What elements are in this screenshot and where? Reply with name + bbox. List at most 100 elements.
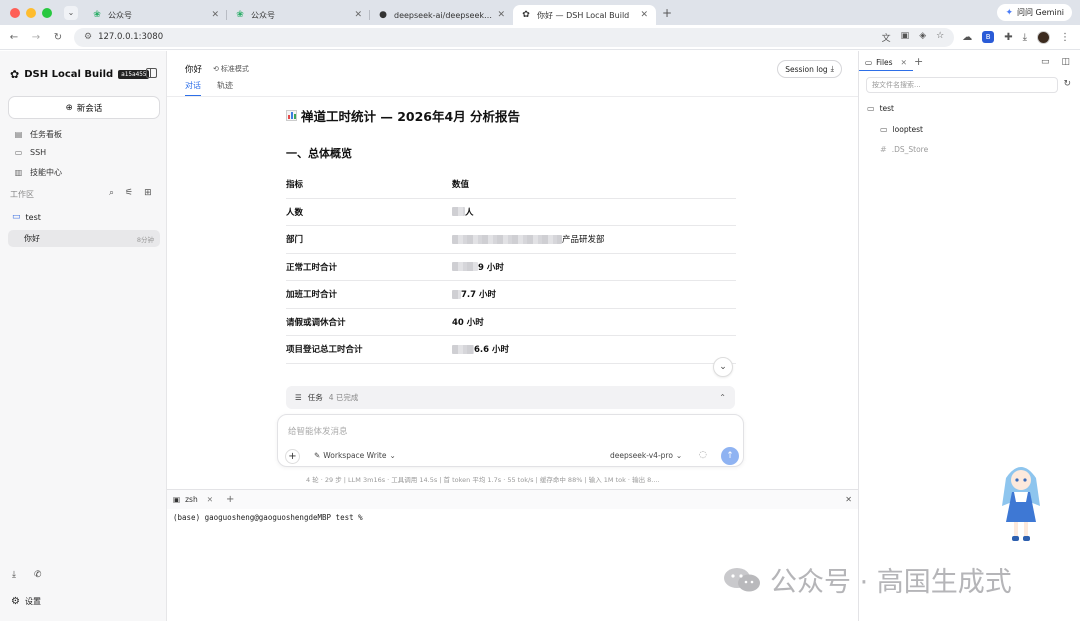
edit-icon: ✎ xyxy=(314,451,321,460)
github-icon: ● xyxy=(379,10,387,20)
folder-icon: ▭ xyxy=(865,57,873,67)
mode-icon: ⟲ xyxy=(213,65,219,73)
chevron-down-icon: ⌄ xyxy=(389,451,396,460)
message-input[interactable]: 给智能体发消息 xyxy=(288,425,348,437)
address-bar-row: ← → ↻ ⚙ 127.0.0.1:3080 文 ▣ ◈ ☆ ☁ B ✚ ⤓ ⋮ xyxy=(0,25,1080,50)
sidebar-item-task-board[interactable]: ▤ 任务看板 xyxy=(14,129,62,140)
sidebar-item-skills[interactable]: ▥ 技能中心 xyxy=(14,167,62,178)
workspace-label: 工作区 xyxy=(10,190,34,199)
report-title: 禅道工时统计 — 2026年4月 分析报告 xyxy=(286,106,520,125)
sidebar-toggle-icon[interactable] xyxy=(146,68,157,78)
cloud-icon[interactable]: ☁ xyxy=(962,32,972,43)
phone-icon[interactable]: ✆ xyxy=(34,570,42,580)
section-heading: 一、总体概览 xyxy=(286,147,352,160)
close-tab-icon[interactable]: ✕ xyxy=(497,10,505,20)
folder-icon: ▭ xyxy=(867,104,875,113)
tree-item-ds-store[interactable]: # .DS_Store xyxy=(880,145,928,154)
browser-tab-4[interactable]: ✿ 你好 — DSH Local Build ✕ xyxy=(513,5,656,25)
download-icon[interactable]: ⤓ xyxy=(1023,32,1027,43)
terminal-icon: ▭ xyxy=(14,148,23,157)
tree-item-looptest[interactable]: ▭ looptest xyxy=(880,125,923,134)
install-app-icon[interactable]: ▣ xyxy=(901,31,910,44)
filter-icon[interactable]: ⚟ xyxy=(125,188,133,198)
brand: ✿ DSH Local Build a15a455 xyxy=(10,68,150,81)
translate-icon[interactable]: 文 xyxy=(882,31,891,44)
browser-tab-2[interactable]: ❀ 公众号 ✕ xyxy=(227,5,370,25)
close-tab-icon[interactable]: ✕ xyxy=(901,58,907,67)
download-icon[interactable]: ⤓ xyxy=(12,570,16,580)
gemini-sparkle-icon: ✦ xyxy=(1005,7,1014,18)
profile-avatar[interactable] xyxy=(1037,30,1050,44)
url-field[interactable]: ⚙ 127.0.0.1:3080 文 ▣ ◈ ☆ xyxy=(74,27,955,47)
minimize-window-button[interactable] xyxy=(26,7,36,18)
folder-icon: ▭ xyxy=(880,125,888,134)
book-icon: ▥ xyxy=(14,168,23,177)
table-row: 人数 人 xyxy=(286,199,736,226)
terminal-tab-bar: ▣ zsh ✕ + ✕ xyxy=(167,489,858,509)
file-search-input[interactable]: 按文件名搜索... xyxy=(866,77,1058,93)
watermark: 公众号 · 高国生成式 xyxy=(722,560,1012,599)
model-select[interactable]: deepseek-v4-pro ⌄ xyxy=(610,451,682,460)
sidebar-item-ssh[interactable]: ▭ SSH xyxy=(14,148,46,157)
tab-trace[interactable]: 轨迹 xyxy=(217,80,233,96)
attach-button[interactable]: + xyxy=(285,449,300,464)
scroll-down-button[interactable]: ⌄ xyxy=(713,357,733,377)
forward-arrow-icon[interactable]: → xyxy=(28,32,44,43)
new-terminal-icon[interactable]: + xyxy=(226,494,234,505)
close-window-button[interactable] xyxy=(10,7,20,18)
task-summary-bar[interactable]: ☰ 任务 4 已完成 ⌃ xyxy=(286,386,735,409)
tab-chat[interactable]: 对话 xyxy=(185,80,201,96)
browser-tab-3[interactable]: ● deepseek-ai/deepseek-harn ✕ xyxy=(370,5,513,25)
loading-spinner-icon: ◌ xyxy=(699,450,707,460)
bookmark-star-icon[interactable]: ☆ xyxy=(936,31,944,44)
terminal-tab[interactable]: zsh xyxy=(185,495,198,504)
reload-icon[interactable]: ↻ xyxy=(50,32,66,43)
site-info-icon[interactable]: ⚙ xyxy=(84,32,92,42)
extension-badge-icon[interactable]: B xyxy=(982,31,995,43)
table-row: 请假或调休合计 40 小时 xyxy=(286,309,736,336)
chevron-up-icon[interactable]: ⌃ xyxy=(719,393,726,402)
panel-right-icon[interactable]: ◫ xyxy=(1061,57,1070,67)
close-tab-icon[interactable]: ✕ xyxy=(640,10,648,20)
tab-search-chevron-icon[interactable]: ⌄ xyxy=(64,5,78,20)
send-button[interactable]: ↑ xyxy=(721,447,739,465)
workspace-folder-test[interactable]: ▭ test xyxy=(12,212,41,222)
shield-icon[interactable]: ◈ xyxy=(919,31,926,44)
refresh-icon[interactable]: ↻ xyxy=(1063,79,1071,89)
back-arrow-icon[interactable]: ← xyxy=(6,32,22,43)
mode-indicator[interactable]: ⟲ 标准模式 xyxy=(213,64,249,74)
left-sidebar: ✿ DSH Local Build a15a455 ⊕ 新会话 ▤ 任务看板 ▭… xyxy=(0,51,167,621)
message-composer: 给智能体发消息 + ✎ Workspace Write ⌄ deepseek-v… xyxy=(277,414,744,467)
session-log-button[interactable]: Session log ⤓ xyxy=(777,60,842,78)
wechat-icon xyxy=(724,567,760,591)
close-tab-icon[interactable]: ✕ xyxy=(207,495,213,504)
files-tab[interactable]: ▭ Files ✕ xyxy=(859,54,913,71)
puzzle-icon[interactable]: ✚ xyxy=(1004,32,1012,43)
search-icon[interactable]: ⌕ xyxy=(109,188,114,198)
close-panel-icon[interactable]: ✕ xyxy=(845,495,852,504)
close-tab-icon[interactable]: ✕ xyxy=(354,10,362,20)
window-controls xyxy=(10,7,52,18)
close-tab-icon[interactable]: ✕ xyxy=(211,10,219,20)
settings-button[interactable]: ⚙ 设置 xyxy=(11,596,41,607)
permission-select[interactable]: ✎ Workspace Write ⌄ xyxy=(314,451,396,460)
tree-item-test[interactable]: ▭ test xyxy=(867,104,894,113)
wechat-icon: ❀ xyxy=(236,10,244,20)
overview-table: 指标 数值 人数 人 部门 产品研发部 正常工时合计 9 小时 加班工时合计 7… xyxy=(286,171,736,364)
new-tab-icon[interactable]: + xyxy=(662,6,672,20)
session-item[interactable]: 你好 8分钟 xyxy=(8,230,160,247)
gemini-button[interactable]: ✦ 问问 Gemini xyxy=(997,4,1072,21)
new-tab-icon[interactable]: + xyxy=(914,55,923,68)
browser-tab-bar: ⌄ ❀ 公众号 ✕ ❀ 公众号 ✕ ● deepseek-ai/deepseek… xyxy=(0,0,1080,25)
maximize-window-button[interactable] xyxy=(42,7,52,18)
more-menu-icon[interactable]: ⋮ xyxy=(1060,32,1070,43)
version-badge: a15a455 xyxy=(118,70,150,79)
terminal-output[interactable]: (base) gaoguosheng@gaoguoshengdeMBP test… xyxy=(173,513,363,522)
table-row: 部门 产品研发部 xyxy=(286,226,736,254)
new-chat-button[interactable]: ⊕ 新会话 xyxy=(8,96,160,119)
new-folder-icon[interactable]: ⊞ xyxy=(144,188,152,198)
panel-bottom-icon[interactable]: ▭ xyxy=(1041,57,1050,67)
browser-tab-1[interactable]: ❀ 公众号 ✕ xyxy=(84,5,227,25)
plus-circle-icon: ⊕ xyxy=(65,102,73,113)
files-panel: ▭ Files ✕ + ▭ ◫ 按文件名搜索... ↻ ▭ test ▭ loo… xyxy=(858,51,1080,621)
